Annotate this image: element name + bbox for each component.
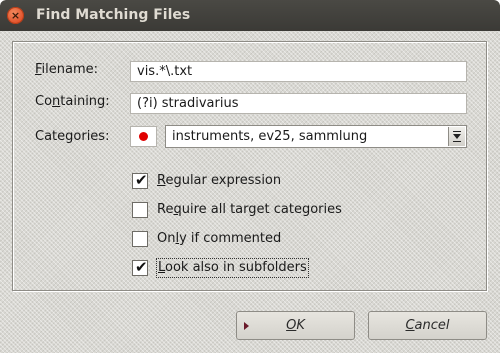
categories-dropdown[interactable]: instruments, ev25, sammlung — [165, 125, 467, 148]
require-all-categories-label[interactable]: Require all target categories — [157, 201, 342, 219]
title-bar: × Find Matching Files — [0, 0, 500, 31]
only-if-commented-checkbox[interactable] — [132, 231, 148, 247]
find-matching-files-dialog: × Find Matching Files Filename: vis.*\.t… — [0, 0, 500, 353]
require-all-categories-checkbox[interactable] — [132, 202, 148, 218]
checkmark-icon: ✔ — [135, 258, 148, 276]
window-title: Find Matching Files — [36, 7, 191, 23]
filename-input[interactable]: vis.*\.txt — [130, 61, 467, 82]
only-if-commented-label[interactable]: Only if commented — [157, 230, 281, 248]
close-icon[interactable]: × — [7, 7, 24, 24]
containing-input[interactable]: (?i) stradivarius — [130, 93, 467, 114]
category-color-swatch[interactable] — [130, 126, 157, 147]
filename-label: Filename: — [35, 62, 99, 77]
categories-label: Categories: — [35, 129, 110, 144]
dropdown-arrow-icon[interactable] — [448, 127, 465, 146]
checkmark-icon: ✔ — [135, 171, 148, 189]
regular-expression-label[interactable]: Regular expression — [157, 172, 281, 190]
look-in-subfolders-label[interactable]: Look also in subfolders — [156, 258, 309, 278]
regular-expression-checkbox[interactable]: ✔ — [132, 171, 148, 189]
ok-button[interactable]: OK — [236, 311, 355, 340]
category-color-dot — [139, 132, 148, 141]
containing-label: Containing: — [35, 94, 110, 109]
look-in-subfolders-checkbox[interactable]: ✔ — [132, 258, 148, 276]
cancel-button[interactable]: Cancel — [368, 311, 487, 340]
categories-selected-value: instruments, ev25, sammlung — [172, 129, 368, 144]
default-button-marker-icon — [244, 322, 249, 330]
